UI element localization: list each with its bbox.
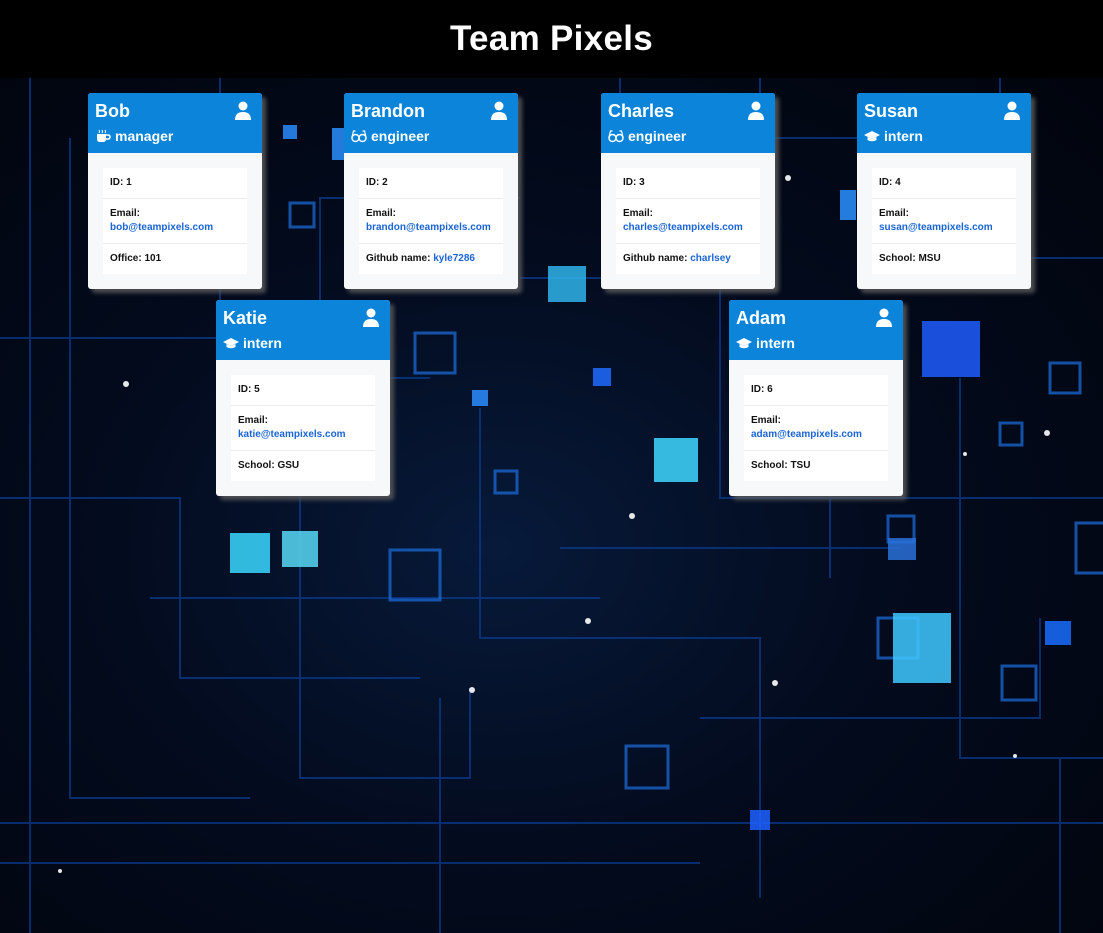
list-item: Office: 101 <box>110 253 162 264</box>
email-link[interactable]: susan@teampixels.com <box>879 222 993 233</box>
employee-id: 6 <box>767 384 773 395</box>
list-item: Github name: charlsey <box>623 253 731 264</box>
employee-role: manager <box>95 128 173 144</box>
role-label: engineer <box>628 128 687 144</box>
email-link[interactable]: adam@teampixels.com <box>751 429 862 440</box>
role-label: manager <box>115 128 174 144</box>
employee-name: Adam <box>736 308 787 328</box>
email-link[interactable]: charles@teampixels.com <box>623 222 743 233</box>
info-list: ID: 1 Email: bob@teampixels.com Office: … <box>103 168 247 274</box>
employee-card-katie: Katie intern ID: 5 Email: katie@teampixel… <box>216 300 390 496</box>
school-name: GSU <box>277 460 300 471</box>
list-item: ID: 1 <box>103 168 247 199</box>
role-label: engineer <box>371 128 430 144</box>
graduation-cap-icon <box>223 338 239 349</box>
list-item: Github name: kyle7286 <box>366 253 475 264</box>
list-item: Email: adam@teampixels.com <box>744 406 888 451</box>
page-title: Team Pixels <box>449 19 654 58</box>
list-item: Email: katie@teampixels.com <box>231 406 375 451</box>
school-name: TSU <box>790 460 811 471</box>
graduation-cap-icon <box>736 338 752 349</box>
glasses-icon <box>608 130 624 143</box>
employee-id: 4 <box>895 177 901 188</box>
school-name: MSU <box>918 253 941 264</box>
employee-card-brandon: Brandon engineer ID: 2 Email: brandon@tea… <box>344 93 518 289</box>
employee-card-adam: Adam intern ID: 6 Email: adam@teampixels.… <box>729 300 903 496</box>
employee-role: engineer <box>351 128 429 144</box>
employee-id: 2 <box>382 177 388 188</box>
employee-id: 1 <box>126 177 132 188</box>
list-item: Email: susan@teampixels.com <box>872 199 1016 244</box>
card-header: Adam intern <box>729 300 903 360</box>
list-item: Email: bob@teampixels.com <box>103 199 247 244</box>
user-icon <box>1004 101 1020 120</box>
card-header: Brandon engineer <box>344 93 518 153</box>
role-label: intern <box>756 335 795 351</box>
employee-card-bob: Bob manager ID: 1 Email: bob@teampixels.… <box>88 93 262 289</box>
employee-name: Charles <box>608 101 675 121</box>
github-link[interactable]: kyle7286 <box>433 253 475 264</box>
role-label: intern <box>884 128 923 144</box>
info-list: ID: 4 Email: susan@teampixels.com School:… <box>872 168 1016 274</box>
info-list: ID: 2 Email: brandon@teampixels.com Githu… <box>359 168 503 274</box>
graduation-cap-icon <box>864 131 880 142</box>
user-icon <box>491 101 507 120</box>
email-link[interactable]: bob@teampixels.com <box>110 222 213 233</box>
employee-card-susan: Susan intern ID: 4 Email: susan@teampixel… <box>857 93 1031 289</box>
list-item: Email: brandon@teampixels.com <box>359 199 503 244</box>
employee-name: Susan <box>864 101 919 121</box>
github-link[interactable]: charlsey <box>690 253 731 264</box>
employee-card-charles: Charles engineer ID: 3 Email: charles@tea… <box>601 93 775 289</box>
list-item: ID: 4 <box>872 168 1016 199</box>
user-icon <box>235 101 251 120</box>
glasses-icon <box>351 130 367 143</box>
user-icon <box>363 308 379 327</box>
info-list: ID: 6 Email: adam@teampixels.com School: … <box>744 375 888 481</box>
email-link[interactable]: brandon@teampixels.com <box>366 222 491 233</box>
card-header: Charles engineer <box>601 93 775 153</box>
user-icon <box>748 101 764 120</box>
employee-role: intern <box>864 128 923 144</box>
employee-role: intern <box>223 335 282 351</box>
info-list: ID: 3 Email: charles@teampixels.com Githu… <box>616 168 760 274</box>
list-item: ID: 5 <box>231 375 375 406</box>
coffee-icon <box>97 129 111 142</box>
user-icon <box>876 308 892 327</box>
employee-name: Katie <box>223 308 268 328</box>
employee-name: Brandon <box>351 101 425 121</box>
office-number: 101 <box>144 253 162 264</box>
employee-role: engineer <box>608 128 686 144</box>
employee-id: 5 <box>254 384 260 395</box>
employee-name: Bob <box>95 101 130 121</box>
card-header: Bob manager <box>88 93 262 153</box>
card-header: Susan intern <box>857 93 1031 153</box>
list-item: School: MSU <box>879 253 941 264</box>
list-item: School: TSU <box>751 460 811 471</box>
list-item: ID: 6 <box>744 375 888 406</box>
email-link[interactable]: katie@teampixels.com <box>238 429 346 440</box>
list-item: Email: charles@teampixels.com <box>616 199 760 244</box>
list-item: ID: 3 <box>616 168 760 199</box>
list-item: ID: 2 <box>359 168 503 199</box>
role-label: intern <box>243 335 282 351</box>
list-item: School: GSU <box>238 460 300 471</box>
page-header: Team Pixels <box>0 0 1103 78</box>
employee-id: 3 <box>639 177 645 188</box>
card-header: Katie intern <box>216 300 390 360</box>
employee-role: intern <box>736 335 795 351</box>
info-list: ID: 5 Email: katie@teampixels.com School:… <box>231 375 375 481</box>
